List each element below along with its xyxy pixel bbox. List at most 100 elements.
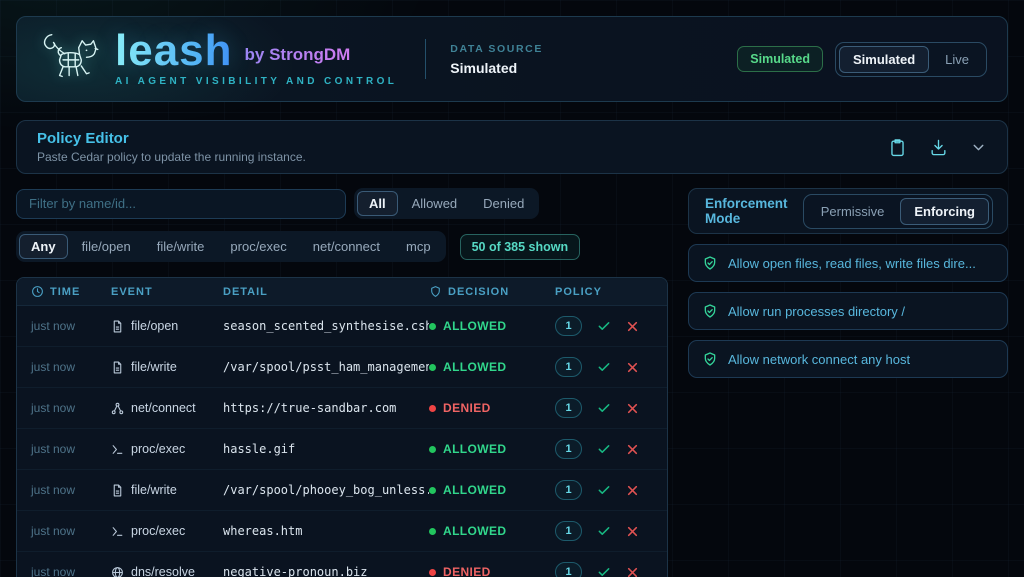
clipboard-icon[interactable] bbox=[888, 138, 907, 157]
row-event: net/connect bbox=[111, 401, 223, 415]
row-event: proc/exec bbox=[111, 442, 223, 456]
chip-mcp[interactable]: mcp bbox=[394, 234, 443, 259]
approve-policy-button[interactable] bbox=[597, 442, 611, 456]
brand-group: leash by StrongDM AI AGENT VISIBILITY AN… bbox=[37, 25, 398, 88]
chip-proc-exec[interactable]: proc/exec bbox=[218, 234, 298, 259]
network-icon bbox=[111, 402, 124, 414]
policy-count-badge[interactable]: 1 bbox=[555, 562, 582, 577]
download-icon[interactable] bbox=[929, 138, 948, 157]
table-row[interactable]: just now proc/exec whereas.htm ALLOWED 1 bbox=[17, 511, 667, 552]
row-detail: /var/spool/psst_ham_management. bbox=[223, 360, 429, 374]
tab-allowed[interactable]: Allowed bbox=[400, 191, 470, 216]
status-dot bbox=[429, 322, 436, 330]
status-dot bbox=[429, 527, 436, 535]
status-dot bbox=[429, 404, 436, 412]
row-event: proc/exec bbox=[111, 524, 223, 538]
app-header: leash by StrongDM AI AGENT VISIBILITY AN… bbox=[16, 16, 1008, 102]
policy-rule-label: Allow run processes directory / bbox=[728, 303, 906, 319]
enforcement-mode-card: Enforcement Mode Permissive Enforcing bbox=[688, 188, 1008, 234]
row-time: just now bbox=[31, 442, 76, 456]
approve-policy-button[interactable] bbox=[597, 401, 611, 415]
shield-check-icon bbox=[704, 256, 716, 270]
chevron-down-icon[interactable] bbox=[970, 139, 987, 156]
header-divider bbox=[425, 39, 427, 79]
table-header-row: TIME EVENT DETAIL DECISION POLICY bbox=[17, 278, 667, 306]
approve-policy-button[interactable] bbox=[597, 524, 611, 538]
toggle-option-live[interactable]: Live bbox=[931, 46, 983, 73]
row-event: file/write bbox=[111, 360, 223, 374]
row-detail: hassle.gif bbox=[223, 442, 296, 456]
row-time: just now bbox=[31, 360, 76, 374]
simulated-status-badge: Simulated bbox=[737, 46, 824, 72]
shield-check-icon bbox=[704, 304, 716, 318]
policy-count-badge[interactable]: 1 bbox=[555, 521, 582, 541]
toggle-option-simulated[interactable]: Simulated bbox=[839, 45, 930, 73]
toggle-option-enforcing[interactable]: Enforcing bbox=[900, 197, 989, 225]
row-detail: /var/spool/phooey_bog_unless.xh bbox=[223, 483, 429, 497]
row-event: dns/resolve bbox=[111, 565, 223, 577]
decision-badge: ALLOWED bbox=[429, 442, 555, 456]
policy-count-badge[interactable]: 1 bbox=[555, 439, 582, 459]
page: leash by StrongDM AI AGENT VISIBILITY AN… bbox=[0, 0, 1024, 577]
policy-rule-label: Allow open files, read files, write file… bbox=[728, 255, 976, 271]
row-time: just now bbox=[31, 483, 76, 497]
chip-net-connect[interactable]: net/connect bbox=[301, 234, 392, 259]
chip-file-open[interactable]: file/open bbox=[70, 234, 143, 259]
tab-denied[interactable]: Denied bbox=[471, 191, 536, 216]
table-row[interactable]: just now file/open season_scented_synthe… bbox=[17, 306, 667, 347]
filter-input[interactable] bbox=[16, 188, 346, 219]
col-time: TIME bbox=[31, 285, 111, 298]
table-row[interactable]: just now proc/exec hassle.gif ALLOWED 1 bbox=[17, 429, 667, 470]
policy-editor-bar[interactable]: Policy Editor Paste Cedar policy to upda… bbox=[16, 120, 1008, 174]
toggle-option-permissive[interactable]: Permissive bbox=[807, 198, 899, 225]
table-row[interactable]: just now file/write /var/spool/phooey_bo… bbox=[17, 470, 667, 511]
reject-policy-button[interactable] bbox=[626, 361, 639, 374]
decision-badge: ALLOWED bbox=[429, 360, 555, 374]
chip-file-write[interactable]: file/write bbox=[145, 234, 217, 259]
clock-icon bbox=[32, 286, 43, 297]
enforcement-mode-label: Enforcement Mode bbox=[705, 196, 788, 226]
row-detail: negative-pronoun.biz bbox=[223, 565, 368, 577]
policy-count-badge[interactable]: 1 bbox=[555, 316, 582, 336]
status-dot bbox=[429, 568, 436, 576]
terminal-icon bbox=[112, 526, 123, 536]
policy-count-badge[interactable]: 1 bbox=[555, 480, 582, 500]
col-decision: DECISION bbox=[429, 285, 555, 298]
policy-rule-label: Allow network connect any host bbox=[728, 351, 911, 367]
policy-rule-card[interactable]: Allow run processes directory / bbox=[688, 292, 1008, 330]
table-row[interactable]: just now net/connect https://true-sandba… bbox=[17, 388, 667, 429]
brand-tagline: AI AGENT VISIBILITY AND CONTROL bbox=[115, 76, 398, 88]
table-row[interactable]: just now file/write /var/spool/psst_ham_… bbox=[17, 347, 667, 388]
policy-rule-card[interactable]: Allow open files, read files, write file… bbox=[688, 244, 1008, 282]
reject-policy-button[interactable] bbox=[626, 566, 639, 577]
policy-count-badge[interactable]: 1 bbox=[555, 398, 582, 418]
row-event: file/write bbox=[111, 483, 223, 497]
reject-policy-button[interactable] bbox=[626, 525, 639, 538]
table-row[interactable]: just now dns/resolve negative-pronoun.bi… bbox=[17, 552, 667, 577]
policy-count-badge[interactable]: 1 bbox=[555, 357, 582, 377]
reject-policy-button[interactable] bbox=[626, 320, 639, 333]
reject-policy-button[interactable] bbox=[626, 484, 639, 497]
row-detail: https://true-sandbar.com bbox=[223, 401, 397, 415]
approve-policy-button[interactable] bbox=[597, 483, 611, 497]
chip-any[interactable]: Any bbox=[19, 234, 68, 259]
col-policy: POLICY bbox=[555, 285, 602, 298]
reject-policy-button[interactable] bbox=[626, 443, 639, 456]
brand-name: leash bbox=[115, 25, 233, 75]
status-dot bbox=[429, 486, 436, 494]
data-source-label: DATA SOURCE bbox=[450, 42, 543, 55]
row-time: just now bbox=[31, 401, 76, 415]
approve-policy-button[interactable] bbox=[597, 565, 611, 577]
col-event: EVENT bbox=[111, 285, 153, 298]
status-dot bbox=[429, 445, 436, 453]
events-table: TIME EVENT DETAIL DECISION POLICY just n… bbox=[16, 277, 668, 577]
data-source-value: Simulated bbox=[450, 59, 518, 76]
approve-policy-button[interactable] bbox=[597, 360, 611, 374]
reject-policy-button[interactable] bbox=[626, 402, 639, 415]
approve-policy-button[interactable] bbox=[597, 319, 611, 333]
globe-icon bbox=[112, 566, 123, 577]
policy-editor-subtitle: Paste Cedar policy to update the running… bbox=[37, 150, 306, 164]
policy-rule-card[interactable]: Allow network connect any host bbox=[688, 340, 1008, 378]
tab-all[interactable]: All bbox=[357, 191, 398, 216]
brand-byline: by StrongDM bbox=[245, 45, 351, 70]
